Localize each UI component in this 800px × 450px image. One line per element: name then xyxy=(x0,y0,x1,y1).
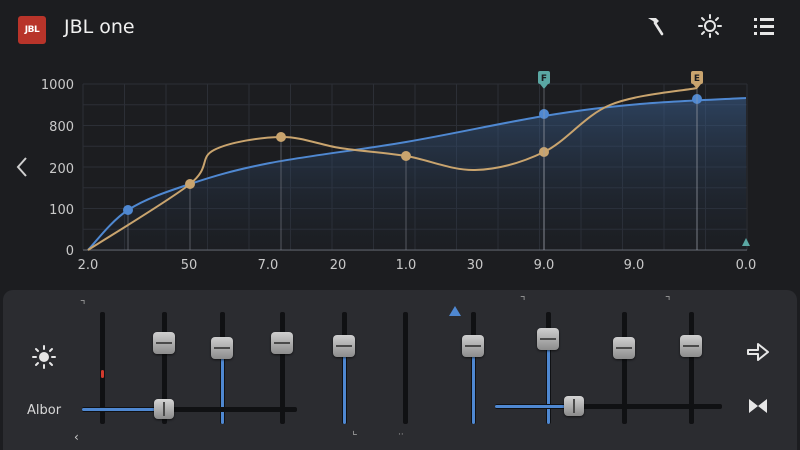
bowtie-icon[interactable] xyxy=(744,392,772,420)
corner-mark-icon: ⌝ xyxy=(665,294,671,308)
y-tick-label: 1000 xyxy=(41,78,74,93)
mixer-panel xyxy=(3,290,797,450)
horizontal-slider-fill xyxy=(82,408,164,411)
x-tick-label: 2.0 xyxy=(78,258,99,273)
y-tick-label: 200 xyxy=(49,162,74,177)
dots-icon: ·· xyxy=(398,430,404,440)
slider-fill xyxy=(472,345,475,424)
left-arrow-icon[interactable]: ‹ xyxy=(74,430,79,444)
horizontal-slider-track[interactable] xyxy=(82,407,297,412)
sun-icon[interactable] xyxy=(696,12,724,40)
vertical-slider-track[interactable] xyxy=(342,312,347,424)
jbl-logo: JBL xyxy=(18,16,46,44)
share-arrow-icon[interactable] xyxy=(744,338,772,366)
slider-fill xyxy=(343,345,346,424)
x-tick-label: 7.0 xyxy=(258,258,279,273)
eq-chart: 1000 800 200 100 0 2.0 50 7.0 20 1.0 30 9.0 9.0 0.0 F… xyxy=(0,60,800,280)
vertical-slider-knob[interactable] xyxy=(153,332,175,355)
series-area xyxy=(88,98,746,250)
x-tick-label: 1.0 xyxy=(396,258,417,273)
x-tick-label: 30 xyxy=(467,258,484,273)
corner-mark-icon: ⌝ xyxy=(80,298,86,312)
up-triangle-icon xyxy=(449,306,461,316)
albor-label: Albor xyxy=(27,403,62,418)
horizontal-slider-track[interactable] xyxy=(495,404,722,409)
brightness-icon[interactable] xyxy=(30,343,58,371)
marker-label: E xyxy=(694,74,700,84)
x-tick-label: 9.0 xyxy=(534,258,555,273)
data-point[interactable] xyxy=(401,151,411,161)
vertical-slider-knob[interactable] xyxy=(462,334,484,357)
logo-text: JBL xyxy=(24,25,40,35)
slider-fill xyxy=(221,347,224,424)
data-point[interactable] xyxy=(185,179,195,189)
y-tick-label: 800 xyxy=(49,120,74,135)
vertical-slider-track[interactable] xyxy=(403,312,408,424)
top-bar: JBL JBL one xyxy=(0,0,800,60)
data-point[interactable] xyxy=(123,205,133,215)
vertical-slider-knob[interactable] xyxy=(613,336,635,359)
list-icon[interactable] xyxy=(750,12,778,40)
vertical-slider-knob[interactable] xyxy=(333,334,355,357)
vertical-slider-knob[interactable] xyxy=(271,332,293,355)
level-indicator xyxy=(101,370,104,378)
horizontal-slider-fill xyxy=(495,405,575,408)
vertical-slider-knob[interactable] xyxy=(680,334,702,357)
x-tick-label: 50 xyxy=(181,258,198,273)
horizontal-slider-knob[interactable] xyxy=(564,396,585,416)
data-point[interactable] xyxy=(276,132,286,142)
vertical-slider-track[interactable] xyxy=(471,312,476,424)
x-tick-label: 20 xyxy=(330,258,347,273)
y-tick-label: 100 xyxy=(49,203,74,218)
x-tick-label: 0.0 xyxy=(736,258,757,273)
marker-pointer xyxy=(540,84,548,89)
corner-mark-icon: ⌞ xyxy=(352,423,358,437)
horizontal-slider-knob[interactable] xyxy=(153,399,174,419)
app-title: JBL one xyxy=(64,16,135,38)
marker-label: F xyxy=(541,74,547,84)
corner-mark-icon: ⌝ xyxy=(520,294,526,308)
slider-fill xyxy=(547,338,550,424)
y-tick-label: 0 xyxy=(66,244,74,259)
eq-chart-svg[interactable]: 100080020010002.0 50 7.0 20 1.0 30 9.0 9.0 0.0 F… xyxy=(0,60,800,280)
vertical-slider-knob[interactable] xyxy=(537,327,559,350)
vertical-slider-knob[interactable] xyxy=(211,336,233,359)
hammer-icon[interactable] xyxy=(641,12,669,40)
x-tick-label: 9.0 xyxy=(624,258,645,273)
